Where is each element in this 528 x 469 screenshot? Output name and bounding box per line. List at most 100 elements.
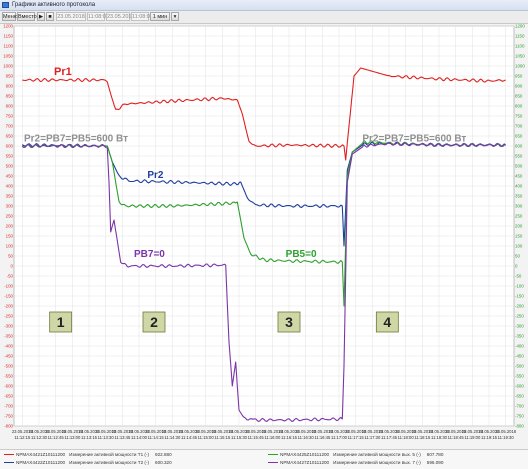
y-tick-label-right: 200 (515, 224, 523, 229)
y-tick-label-left: 350 (6, 194, 14, 199)
time-from-field[interactable]: 11:08:00 (87, 12, 109, 21)
annotation-equal-600-right: Pr2=PB7=PB5=600 Вт (362, 134, 466, 145)
y-tick-label-left: 500 (6, 164, 14, 169)
y-tick-label-right: 50 (515, 254, 520, 259)
y-tick-label-left: 850 (6, 94, 14, 99)
x-tick-label: 11:17:45 (381, 435, 398, 440)
annotation-pr1: Pr1 (54, 66, 72, 78)
legend-swatch (268, 462, 278, 464)
y-tick-label-right: 1000 (515, 64, 525, 69)
x-tick-label: 11:13:00 (64, 435, 81, 440)
chevron-down-icon[interactable]: ▾ (171, 12, 179, 21)
x-tick-label: 11:15:00 (198, 435, 215, 440)
y-tick-label-right: -250 (515, 314, 524, 319)
y-tick-label-left: 1200 (3, 24, 13, 29)
y-tick-label-left: 50 (8, 254, 13, 259)
annotation-pb7-zero: PB7=0 (134, 249, 165, 260)
x-tick-label: 11:14:15 (148, 435, 165, 440)
legend-item-t1: NPMAX4421Z10111200 Измерение активной мощ… (4, 451, 172, 459)
x-tick-label: 11:16:00 (264, 435, 281, 440)
y-tick-label-left: 200 (6, 224, 14, 229)
y-tick-label-left: 750 (6, 114, 14, 119)
x-tick-label: 11:17:00 (331, 435, 348, 440)
y-tick-label-left: -250 (4, 314, 13, 319)
y-tick-label-right: 350 (515, 194, 523, 199)
y-tick-label-right: -750 (515, 414, 524, 419)
y-tick-label-left: -500 (4, 364, 13, 369)
x-tick-label: 11:18:15 (414, 435, 431, 440)
window-title: Графики активного протокола (12, 2, 96, 8)
stop-icon[interactable]: ■ (46, 12, 54, 21)
y-tick-label-left: 700 (6, 124, 14, 129)
legend: NPMAX4421Z10111200 Измерение активной мощ… (0, 449, 528, 469)
span-select[interactable]: 1 мин (150, 12, 170, 21)
play-icon[interactable]: ▶ (37, 12, 45, 21)
y-tick-label-left: -50 (7, 274, 14, 279)
y-tick-label-left: 600 (6, 144, 14, 149)
date-to-field[interactable]: 23.05.2018 (106, 12, 135, 21)
y-tick-label-left: 450 (6, 174, 14, 179)
y-tick-label-left: 550 (6, 154, 14, 159)
x-tick-label: 11:18:30 (431, 435, 448, 440)
legend-item-out5: NPMAX4425Z10111200 Измерение активной мощ… (268, 451, 443, 459)
y-tick-label-left: -400 (4, 344, 13, 349)
y-tick-label-left: -200 (4, 304, 13, 309)
y-tick-label-left: 400 (6, 184, 14, 189)
app-icon (2, 2, 9, 8)
y-tick-label-right: 100 (515, 244, 523, 249)
region-label-3: 3 (285, 314, 293, 330)
y-tick-label-left: 650 (6, 134, 14, 139)
x-tick-label: 11:14:00 (131, 435, 148, 440)
y-tick-label-left: 900 (6, 84, 14, 89)
y-axis-left: 1200115011001050100095090085080075070065… (3, 24, 13, 429)
y-tick-label-right: -300 (515, 324, 524, 329)
y-tick-label-left: -550 (4, 374, 13, 379)
region-label-4: 4 (383, 314, 391, 330)
annotation-pr2: Pr2 (147, 170, 164, 181)
y-tick-label-right: -400 (515, 344, 524, 349)
x-tick-label: 11:17:15 (348, 435, 365, 440)
time-to-field[interactable]: 11:08:00 (131, 12, 153, 21)
chart: 1200115011001050100095090085080075070065… (3, 24, 525, 440)
x-tick-label: 11:18:00 (398, 435, 415, 440)
x-tick-label: 11:15:45 (248, 435, 265, 440)
menu-button[interactable]: Меню (2, 12, 18, 21)
date-from-field[interactable]: 23.05.2018 (56, 12, 86, 21)
y-tick-label-right: 600 (515, 144, 523, 149)
y-tick-label-left: 150 (6, 234, 14, 239)
instead-button[interactable]: Вместо (17, 12, 37, 21)
y-tick-label-right: 0 (515, 264, 518, 269)
y-tick-label-right: -550 (515, 374, 524, 379)
x-tick-label: 11:12:30 (31, 435, 48, 440)
y-tick-label-right: 500 (515, 164, 523, 169)
y-tick-label-right: -450 (515, 354, 524, 359)
x-tick-label: 11:17:30 (364, 435, 381, 440)
y-tick-label-left: -750 (4, 414, 13, 419)
y-tick-label-right: -100 (515, 284, 524, 289)
y-tick-label-right: 150 (515, 234, 523, 239)
y-tick-label-right: 850 (515, 94, 523, 99)
annotation-pb5-zero: PB5=0 (286, 249, 317, 260)
toolbar: Меню Вместо ▶ ■ 23.05.2018 11:08:00 23.0… (0, 11, 528, 24)
y-tick-label-left: 1050 (3, 54, 13, 59)
y-tick-label-right: -50 (515, 274, 522, 279)
y-tick-label-right: 750 (515, 114, 523, 119)
x-tick-label: 11:19:30 (498, 435, 515, 440)
y-tick-label-left: -150 (4, 294, 13, 299)
y-tick-label-right: 900 (515, 84, 523, 89)
x-tick-label: 11:15:15 (214, 435, 231, 440)
y-tick-label-right: -600 (515, 384, 524, 389)
title-bar: Графики активного протокола (0, 0, 528, 11)
y-tick-label-left: -800 (4, 424, 13, 429)
y-tick-label-right: -350 (515, 334, 524, 339)
y-tick-label-left: -600 (4, 384, 13, 389)
y-tick-label-left: 1000 (3, 64, 13, 69)
y-tick-label-right: 450 (515, 174, 523, 179)
y-tick-label-left: 300 (6, 204, 14, 209)
region-label-2: 2 (150, 314, 158, 330)
y-tick-label-left: 1100 (4, 44, 14, 49)
x-tick-label: 11:16:15 (281, 435, 298, 440)
y-tick-label-right: -150 (515, 294, 524, 299)
x-tick-label: 11:15:30 (231, 435, 248, 440)
y-tick-label-right: -200 (515, 304, 524, 309)
